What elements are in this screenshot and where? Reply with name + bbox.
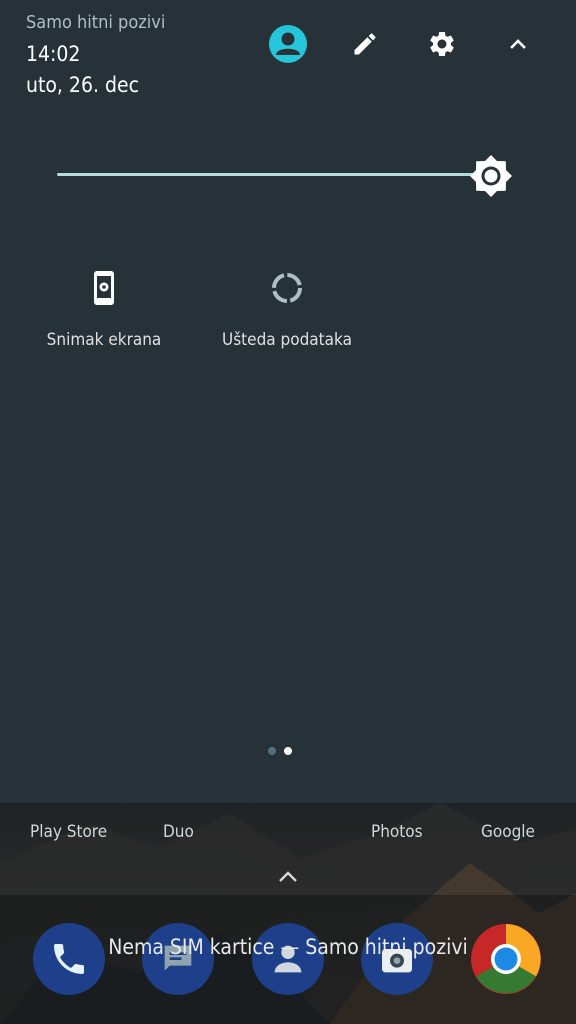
clock[interactable]: 14:02	[26, 42, 80, 66]
app-google[interactable]: Google	[481, 822, 535, 842]
app-duo[interactable]: Duo	[163, 822, 194, 842]
dock-messages[interactable]	[142, 923, 214, 995]
settings-icon	[430, 31, 454, 56]
chevron-up-icon	[279, 871, 297, 882]
date[interactable]: uto, 26. dec	[26, 73, 139, 97]
settings-button[interactable]	[420, 22, 464, 66]
tile-label: Snimak ekrana	[46, 330, 162, 350]
tile-data-saver[interactable]: Ušteda podataka	[197, 262, 377, 362]
home-screen: Play Store Duo Photos Google Nema SIM ka…	[0, 803, 576, 1024]
dock-camera[interactable]	[361, 923, 433, 995]
dock-chrome[interactable]	[470, 923, 542, 995]
edit-icon	[354, 33, 376, 55]
page-dot	[268, 747, 276, 755]
tile-screenshot[interactable]: Snimak ekrana	[14, 262, 194, 362]
page-dot-current	[284, 747, 292, 755]
brightness-thumb[interactable]	[468, 153, 514, 199]
dock-contacts[interactable]	[252, 923, 324, 995]
brightness-icon	[470, 155, 512, 197]
chevron-up-icon	[510, 39, 526, 49]
edit-button[interactable]	[343, 22, 387, 66]
page-indicator	[268, 747, 292, 757]
screenshot-icon	[84, 268, 124, 308]
sim-status-message: Nema SIM kartice — Samo hitni pozivi	[108, 935, 468, 959]
data-saver-icon	[267, 268, 307, 308]
app-play-store[interactable]: Play Store	[30, 822, 107, 842]
app-drawer-handle[interactable]	[274, 867, 302, 887]
quick-settings-panel: Samo hitni pozivi 14:02 uto, 26. dec Sni…	[0, 0, 576, 803]
collapse-button[interactable]	[496, 22, 540, 66]
brightness-slider[interactable]	[57, 173, 497, 176]
carrier-label: Samo hitni pozivi	[26, 12, 166, 33]
account-icon	[269, 25, 307, 63]
dock-phone[interactable]	[33, 923, 105, 995]
tile-label: Ušteda podataka	[222, 330, 352, 350]
app-photos[interactable]: Photos	[371, 822, 423, 842]
chrome-icon	[471, 924, 541, 994]
account-button[interactable]	[266, 22, 310, 66]
